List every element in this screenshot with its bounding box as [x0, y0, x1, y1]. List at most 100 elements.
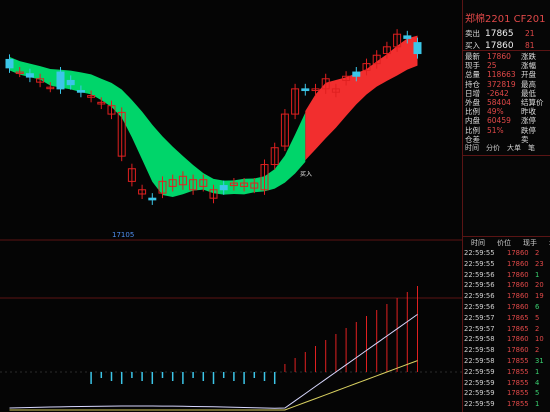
stat-row: 持仓 372819 最高 [463, 80, 550, 89]
detail-tab[interactable]: 笔 [528, 144, 535, 152]
tick-time: 22:59:59 [464, 389, 495, 398]
tick-price: 17860 [507, 270, 529, 279]
tick-price: 17855 [507, 389, 529, 398]
stat-row: 现手 25 涨幅 [463, 61, 550, 70]
tick-price: 17860 [507, 346, 529, 355]
tick-volume: 23 [535, 259, 544, 268]
trading-screen: 17105 买入 郑棉2201 CF201 卖出 17865 21 买入 17860 81 … [0, 0, 550, 412]
tick-row: 22:59:57 17865 5 [463, 313, 550, 324]
tick-volume: 5 [535, 389, 540, 398]
candle[interactable] [76, 90, 85, 93]
quote-volume: 21 [525, 29, 535, 38]
detail-tab[interactable]: 大单 [507, 144, 521, 152]
tick-row: 22:59:58 17855 31 [463, 356, 550, 367]
tick-time: 22:59:58 [464, 346, 495, 355]
stat-label-right: 跌停 [521, 125, 536, 135]
stat-label-right: 结算价 [521, 98, 544, 107]
detail-tab[interactable]: 时间 [465, 144, 479, 152]
stat-value: 25 [487, 61, 497, 71]
stat-label: 外盘 [465, 98, 480, 107]
candle[interactable] [352, 71, 361, 77]
tick-time: 22:59:59 [464, 400, 495, 409]
candle[interactable] [5, 58, 14, 69]
tick-time: 22:59:56 [464, 270, 495, 279]
stat-value: 17860 [487, 52, 511, 61]
ticks-header-cell: 价位 [497, 239, 511, 247]
stat-row: 日增 -2642 最低 [463, 89, 550, 98]
stat-label: 总量 [465, 70, 480, 80]
tick-time: 22:59:55 [464, 249, 495, 257]
candle[interactable] [219, 185, 228, 191]
tick-price: 17860 [507, 281, 529, 290]
stat-label-right: 开盘 [521, 70, 536, 80]
tick-time: 22:59:59 [464, 378, 495, 387]
tick-row: 22:59:57 17865 2 [463, 324, 550, 335]
detail-tabs: 时间 分价 大单笔 [465, 143, 542, 153]
stat-label: 现手 [465, 61, 480, 71]
stat-label: 比例 [465, 107, 480, 117]
stat-value: 58404 [487, 98, 511, 107]
stat-row: 内盘 60459 涨停 [463, 116, 550, 125]
tick-price: 17865 [507, 313, 529, 322]
candle[interactable] [148, 197, 157, 201]
tick-price: 17860 [507, 259, 529, 268]
candle[interactable] [413, 42, 422, 55]
stat-value: 118663 [487, 70, 516, 80]
tick-time: 22:59:58 [464, 357, 495, 365]
tick-row: 22:59:58 17860 10 [463, 334, 550, 345]
tick-row: 22:59:59 17855 1 [463, 367, 550, 378]
low-price-label: 17105 [112, 231, 134, 239]
tick-row: 22:59:58 17860 2 [463, 345, 550, 356]
stat-row: 总量 118663 开盘 [463, 70, 550, 79]
quote-label: 卖出 [465, 29, 480, 38]
tick-volume: 1 [535, 400, 540, 409]
ticks-header-cell: 现手 [523, 239, 537, 247]
tick-time: 22:59:55 [464, 259, 495, 268]
tick-row: 22:59:59 17855 4 [463, 378, 550, 389]
stat-value: 372819 [487, 79, 516, 89]
tick-price: 17860 [507, 249, 529, 257]
stat-value: 60459 [487, 116, 511, 126]
stat-label-right: 涨跌 [521, 52, 536, 61]
tick-time: 22:59:57 [464, 324, 495, 333]
stat-row: 比例 49% 昨收 [463, 107, 550, 116]
stat-value: -2642 [487, 88, 509, 98]
tick-row: 22:59:56 17860 1 [463, 270, 550, 281]
tick-price: 17855 [507, 378, 529, 387]
contract-title: 郑棉2201 CF201 [465, 14, 546, 25]
stat-label: 内盘 [465, 116, 480, 126]
quote-row: 卖出 17865 21 [463, 28, 550, 40]
buy-signal-label: 买入 [300, 170, 312, 178]
stat-value: 51% [487, 125, 504, 135]
stat-label-right: 昨收 [521, 107, 536, 117]
candle[interactable] [301, 88, 310, 92]
tick-row: 22:59:59 17855 5 [463, 388, 550, 399]
tick-row: 22:59:56 17860 19 [463, 291, 550, 302]
tick-row: 22:59:56 17860 20 [463, 280, 550, 291]
stat-row: 比例 51% 跌停 [463, 126, 550, 135]
tick-volume: 1 [535, 367, 540, 376]
stat-label-right: 最低 [521, 88, 536, 98]
stat-label: 持仓 [465, 79, 480, 89]
candle[interactable] [403, 35, 412, 39]
ticks-header: 时间价位现手增仓 [471, 238, 550, 248]
kline-chart[interactable]: 17105 买入 [0, 0, 462, 412]
stat-label-right: 涨停 [521, 116, 536, 126]
tick-volume: 6 [535, 303, 540, 311]
stat-label: 比例 [465, 125, 480, 135]
quote-panel: 郑棉2201 CF201 卖出 17865 21 买入 17860 81 最新 17860 涨… [462, 0, 550, 412]
candle[interactable] [66, 79, 75, 86]
tick-price: 17865 [507, 324, 529, 333]
detail-tab[interactable]: 分价 [486, 144, 500, 152]
tick-row: 22:59:59 17855 1 [463, 399, 550, 410]
tick-time: 22:59:56 [464, 303, 495, 311]
tick-price: 17860 [507, 335, 529, 344]
candle[interactable] [56, 71, 65, 90]
tick-time: 22:59:57 [464, 313, 495, 322]
tick-price: 17860 [507, 292, 529, 301]
stat-row: 最新 17860 涨跌 [463, 52, 550, 61]
tick-volume: 2 [535, 324, 540, 333]
candle[interactable] [25, 73, 34, 78]
tick-time: 22:59:58 [464, 335, 495, 344]
tick-volume: 5 [535, 313, 540, 322]
